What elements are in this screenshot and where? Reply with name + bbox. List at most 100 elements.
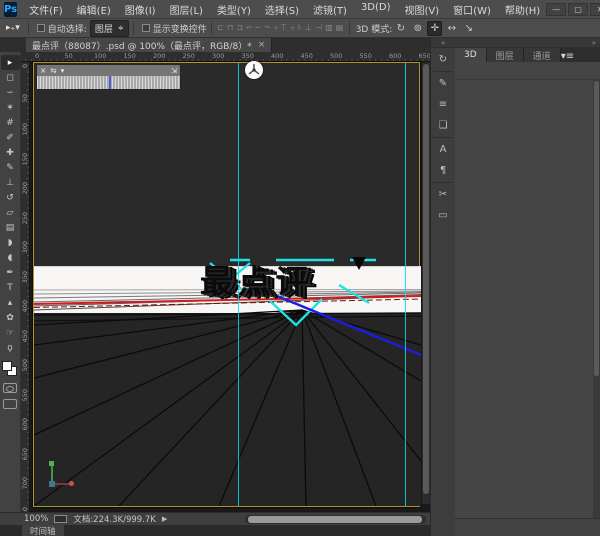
3d-scale-tool[interactable]: ↘	[461, 21, 476, 36]
timeline-tab[interactable]: 时间轴	[22, 525, 64, 536]
menu-item-编辑(E)[interactable]: 编辑(E)	[71, 0, 117, 19]
path-selection-tool[interactable]: ▴	[1, 295, 20, 310]
guide-vertical-1[interactable]	[238, 63, 239, 506]
close-button[interactable]: ✕	[590, 3, 600, 16]
align-icon[interactable]: ⫞	[272, 23, 279, 32]
properties-panel-icon[interactable]: ≡	[433, 95, 454, 114]
guide-vertical-2[interactable]	[405, 63, 406, 506]
secondary-view-preview[interactable]	[37, 76, 180, 89]
align-icon[interactable]: ⊓	[225, 23, 234, 32]
dodge-tool[interactable]: ◖	[1, 250, 20, 265]
align-icon[interactable]: ⊏	[216, 23, 226, 32]
swap-view-icon[interactable]: ⇆	[50, 66, 56, 75]
scrollbar-thumb[interactable]	[248, 516, 422, 523]
panel-menu-icon[interactable]: ▾≡	[561, 51, 574, 62]
panel-collapse-button[interactable]: »	[455, 38, 600, 48]
3d-roll-tool[interactable]: ⊚	[410, 21, 425, 36]
menu-item-窗口(W)[interactable]: 窗口(W)	[447, 0, 497, 19]
maximize-button[interactable]: ▢	[568, 3, 588, 16]
menu-item-图像(I)[interactable]: 图像(I)	[119, 0, 162, 19]
align-icon[interactable]: ▥	[324, 23, 335, 32]
menu-item-帮助(H)[interactable]: 帮助(H)	[499, 0, 546, 19]
show-transform-checkbox[interactable]	[142, 24, 150, 32]
scrollbar-thumb[interactable]	[423, 64, 429, 494]
eraser-tool[interactable]: ▱	[1, 205, 20, 220]
tab-图层[interactable]: 图层	[487, 48, 524, 62]
close-icon[interactable]: ×	[40, 66, 46, 75]
gradient-tool[interactable]: ▤	[1, 220, 20, 235]
horizontal-ruler[interactable]: 050100150200250300350400450500550600650	[21, 52, 430, 62]
marquee-tool[interactable]: ◻	[1, 70, 20, 85]
close-icon[interactable]: ×	[258, 40, 266, 50]
healing-brush-tool[interactable]: ✚	[1, 145, 20, 160]
brush-panel-icon[interactable]: ✎	[433, 74, 454, 93]
character-panel-icon[interactable]: A	[433, 140, 454, 159]
status-menu-arrow[interactable]: ▶	[162, 515, 167, 523]
menu-item-滤镜(T)[interactable]: 滤镜(T)	[307, 0, 353, 19]
move-tool-preset-icon[interactable]: ▸₊▾	[6, 23, 20, 33]
quick-mask-button[interactable]	[3, 383, 17, 393]
align-icon[interactable]: ⊤	[279, 23, 289, 32]
3d-axis-x-cap[interactable]	[69, 481, 74, 486]
expand-icon[interactable]: ⇲	[171, 66, 177, 75]
align-icon[interactable]: ⊦	[296, 23, 303, 32]
menu-item-类型(Y)[interactable]: 类型(Y)	[211, 0, 257, 19]
3d-drag-tool[interactable]: ✛	[427, 21, 442, 36]
3d-slide-tool[interactable]: ↔	[444, 21, 459, 36]
align-icon[interactable]: ⌐	[244, 23, 254, 32]
align-icon[interactable]: ¬	[262, 23, 272, 32]
menu-item-文件(F)[interactable]: 文件(F)	[23, 0, 69, 19]
align-icon[interactable]: ─	[254, 23, 262, 32]
3d-camera-widget[interactable]	[245, 61, 263, 79]
hand-tool[interactable]: ☞	[1, 325, 20, 340]
3d-extruded-text[interactable]: 最点评	[200, 266, 414, 298]
blur-tool[interactable]: ◗	[1, 235, 20, 250]
clone-stamp-tool[interactable]: ⊥	[1, 175, 20, 190]
panel-scrollbar[interactable]	[593, 80, 600, 518]
screen-mode-button[interactable]	[3, 399, 17, 409]
tab-通道[interactable]: 通道	[524, 48, 561, 62]
auto-select-dropdown[interactable]: 图层 ≑	[90, 20, 129, 37]
align-icon[interactable]: ▤	[334, 23, 345, 32]
menu-item-选择(S)[interactable]: 选择(S)	[259, 0, 305, 19]
3d-axis-y-cap[interactable]	[49, 461, 54, 466]
move-tool[interactable]: ▸	[1, 55, 20, 70]
layer-comps-panel-icon[interactable]: ❏	[433, 116, 454, 135]
minimize-button[interactable]: —	[546, 3, 566, 16]
menu-item-视图(V)[interactable]: 视图(V)	[399, 0, 446, 19]
foreground-color-swatch[interactable]	[2, 361, 12, 371]
pen-tool[interactable]: ✒	[1, 265, 20, 280]
3d-axis-origin[interactable]	[49, 481, 55, 487]
3d-axis-x[interactable]	[54, 483, 70, 485]
history-brush-tool[interactable]: ↺	[1, 190, 20, 205]
zoom-tool[interactable]: ϙ	[1, 340, 20, 355]
document-canvas[interactable]: 最点评 × ⇆ ▾ ⇲	[33, 62, 420, 507]
quick-selection-tool[interactable]: ✶	[1, 100, 20, 115]
menu-item-图层(L)[interactable]: 图层(L)	[164, 0, 209, 19]
horizontal-scrollbar[interactable]	[245, 515, 426, 524]
notes-panel-icon[interactable]: ▭	[433, 206, 454, 225]
scrollbar-thumb[interactable]	[594, 81, 599, 376]
align-icon[interactable]: ⊥	[304, 23, 314, 32]
vertical-scrollbar[interactable]	[422, 62, 430, 504]
type-tool[interactable]: T	[1, 280, 20, 295]
tool-presets-panel-icon[interactable]: ✂	[433, 185, 454, 204]
eyedropper-tool[interactable]: ✐	[1, 130, 20, 145]
history-panel-icon[interactable]: ↻	[433, 50, 454, 69]
lasso-tool[interactable]: ∽	[1, 85, 20, 100]
auto-select-checkbox[interactable]	[37, 24, 45, 32]
align-icon[interactable]: ⊣	[314, 23, 324, 32]
custom-shape-tool[interactable]: ✿	[1, 310, 20, 325]
dock-collapse-button[interactable]: «	[431, 38, 455, 48]
3d-rotate-tool[interactable]: ↻	[393, 21, 408, 36]
vertical-ruler[interactable]: 0501001502002503003504004505005506006507…	[21, 62, 30, 512]
menu-item-3D(D)[interactable]: 3D(D)	[355, 0, 397, 19]
tab-3D[interactable]: 3D	[455, 48, 487, 62]
paragraph-panel-icon[interactable]: ¶	[433, 161, 454, 180]
document-tab[interactable]: 最点评（88087）.psd @ 100%（最点评，RGB/8）* ×	[26, 38, 272, 52]
brush-tool[interactable]: ✎	[1, 160, 20, 175]
secondary-view-window[interactable]: × ⇆ ▾ ⇲	[36, 64, 181, 90]
align-icon[interactable]: ⊐	[235, 23, 245, 32]
zoom-level-field[interactable]: 100%	[24, 514, 48, 524]
crop-tool[interactable]: #	[1, 115, 20, 130]
